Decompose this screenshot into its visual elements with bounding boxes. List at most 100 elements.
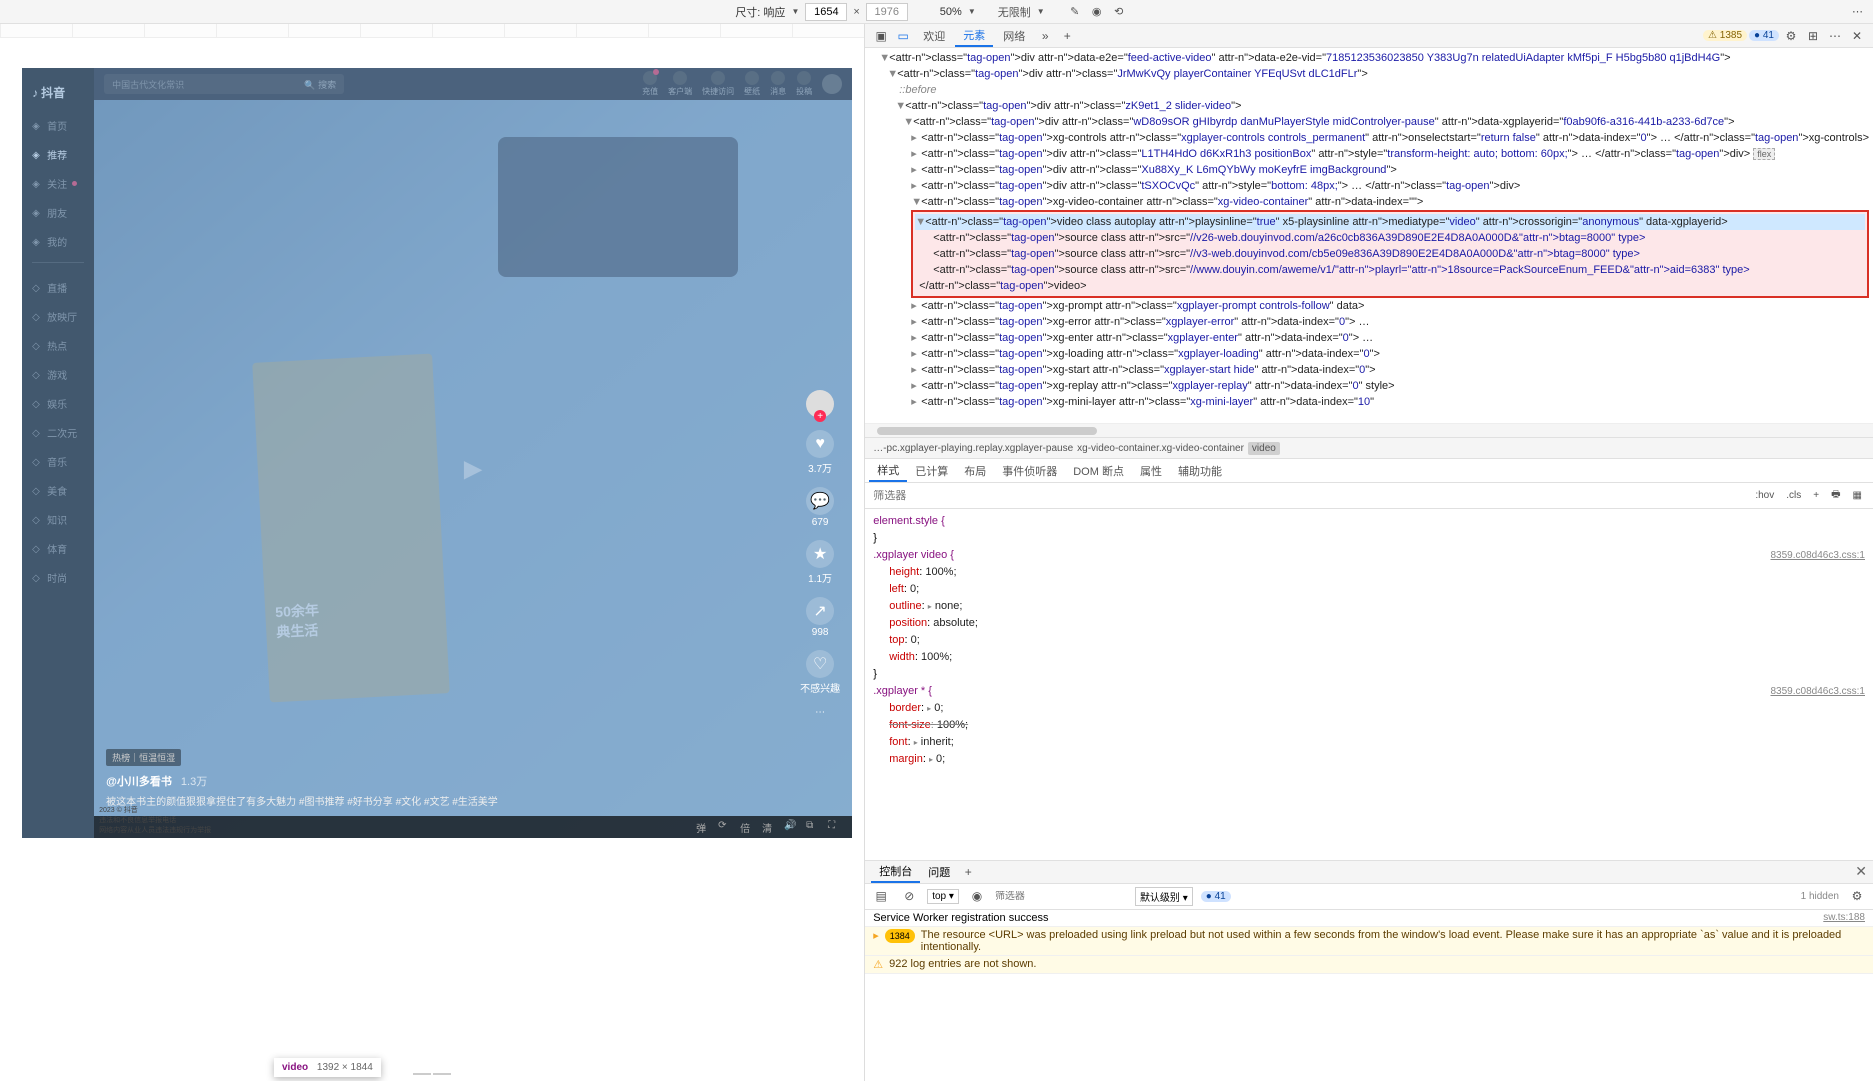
chevron-down-icon[interactable]: ▼ (791, 7, 799, 16)
header-item[interactable]: 客户端 (668, 71, 692, 97)
plus-icon[interactable]: + (1810, 490, 1822, 501)
device-toggle-icon[interactable]: ▭ (893, 26, 913, 46)
speed-icon[interactable]: 倍 (740, 820, 754, 834)
header-item[interactable]: 投稿 (796, 71, 812, 97)
tree-scrollbar[interactable] (865, 423, 1873, 437)
elements-tree[interactable]: ▼<attr-n">class="tag-open">div attr-n">d… (865, 48, 1873, 423)
video-player[interactable]: 50余年 典生活 ▶ (94, 100, 852, 838)
styles-subtab[interactable]: 辅助功能 (1170, 459, 1230, 482)
sidebar-item[interactable]: ◈朋友 (22, 198, 94, 227)
close-icon[interactable]: ✕ (1855, 863, 1867, 880)
sidebar-item[interactable]: ◇知识 (22, 505, 94, 534)
sidebar-item[interactable]: ◈推荐 (22, 140, 94, 169)
context-select[interactable]: top ▾ (927, 889, 959, 904)
panel-drag-handle[interactable]: ⋯ (1024, 194, 1042, 208)
sidebar-item[interactable]: ◇音乐 (22, 447, 94, 476)
height-input[interactable] (866, 3, 908, 21)
douyin-logo[interactable]: 抖音 (22, 78, 94, 107)
tab-welcome[interactable]: 欢迎 (915, 24, 953, 47)
tab-console[interactable]: 控制台 (871, 861, 920, 883)
search-button[interactable]: 🔍 搜索 (304, 78, 336, 91)
styles-subtab[interactable]: 布局 (956, 459, 994, 482)
styles-subtab[interactable]: 属性 (1132, 459, 1170, 482)
flex-icon[interactable]: ▦ (1850, 490, 1865, 501)
author-name[interactable]: @小川多看书 (106, 776, 172, 788)
console-log-row[interactable]: Service Worker registration success sw.t… (865, 910, 1873, 927)
header-item[interactable]: 快捷访问 (702, 71, 734, 97)
dislike-button[interactable]: ♡ 不感兴趣 (800, 650, 840, 695)
chevron-down-icon[interactable]: ▼ (968, 7, 976, 16)
gear-icon[interactable]: ⚙ (1847, 886, 1867, 906)
volume-icon[interactable]: 🔊 (784, 820, 798, 834)
sidebar-item[interactable]: ◇游戏 (22, 360, 94, 389)
breadcrumb-item[interactable]: …-pc.xgplayer-playing.replay.xgplayer-pa… (873, 443, 1073, 454)
console-body[interactable]: Service Worker registration success sw.t… (865, 910, 1873, 1081)
tab-network[interactable]: 网络 (995, 24, 1033, 47)
hot-tag[interactable]: 热榜｜恒温恒湿 (106, 749, 181, 766)
play-icon[interactable]: ▶ (464, 455, 482, 484)
gear-icon[interactable]: ⚙ (1781, 26, 1801, 46)
chevron-right-icon[interactable]: ▸ (873, 929, 879, 953)
close-icon[interactable]: ✕ (1847, 26, 1867, 46)
chevron-down-icon[interactable]: ▼ (1037, 7, 1045, 16)
header-item[interactable]: 壁纸 (744, 71, 760, 97)
cls-toggle[interactable]: .cls (1783, 490, 1804, 501)
sidebar-item[interactable]: ◇直播 (22, 273, 94, 302)
header-item[interactable]: 消息 (770, 71, 786, 97)
styles-subtab[interactable]: 已计算 (907, 459, 956, 482)
sidebar-item[interactable]: ◇美食 (22, 476, 94, 505)
sidebar-toggle-icon[interactable]: ▤ (871, 886, 891, 906)
console-warn-row[interactable]: ▸ 1384 The resource <URL> was preloaded … (865, 927, 1873, 956)
author-avatar[interactable]: + (806, 390, 834, 418)
more-tabs-icon[interactable]: » (1035, 26, 1055, 46)
eye-icon[interactable]: ◉ (967, 886, 987, 906)
user-avatar[interactable] (822, 74, 842, 94)
sidebar-item[interactable]: ◇娱乐 (22, 389, 94, 418)
sidebar-item[interactable]: ◇二次元 (22, 418, 94, 447)
source-link[interactable]: 8359.c08d46c3.css:1 (1770, 547, 1865, 564)
pip-icon[interactable]: ⧉ (806, 820, 820, 834)
console-filter-input[interactable] (995, 891, 1127, 902)
favorite-button[interactable]: ★ 1.1万 (806, 540, 834, 585)
warning-badge[interactable]: ⚠ 1385 (1703, 30, 1747, 41)
sidebar-item[interactable]: ◈我的 (22, 227, 94, 256)
plus-icon[interactable]: + (958, 862, 978, 882)
breadcrumb-item[interactable]: video (1248, 442, 1280, 455)
inspect-icon[interactable]: ▣ (871, 26, 891, 46)
video-feed[interactable]: 50余年 典生活 ▶ + (94, 100, 852, 838)
tab-elements[interactable]: 元素 (955, 24, 993, 47)
more-icon[interactable]: ⋯ (1825, 26, 1845, 46)
width-input[interactable] (805, 3, 847, 21)
rotate-icon[interactable]: ⟲ (1111, 4, 1127, 20)
issue-badge[interactable]: ● 41 (1201, 891, 1231, 902)
sidebar-item[interactable]: ◇体育 (22, 534, 94, 563)
like-button[interactable]: ♥ 3.7万 (806, 430, 834, 475)
eyedropper-icon[interactable]: ✎ (1067, 4, 1083, 20)
hov-toggle[interactable]: :hov (1752, 490, 1777, 501)
sidebar-item[interactable]: ◇放映厅 (22, 302, 94, 331)
more-button[interactable]: ⋯ (815, 707, 825, 718)
log-source[interactable]: sw.ts:188 (1823, 912, 1865, 924)
eye-icon[interactable]: ◉ (1089, 4, 1105, 20)
quality-icon[interactable]: 清 (762, 820, 776, 834)
sidebar-item[interactable]: ◈关注 (22, 169, 94, 198)
plus-icon[interactable]: + (1057, 26, 1077, 46)
source-link[interactable]: 8359.c08d46c3.css:1 (1770, 683, 1865, 700)
styles-subtab[interactable]: 样式 (869, 459, 907, 482)
sidebar-item[interactable]: ◈首页 (22, 111, 94, 140)
search-input[interactable]: 中国古代文化常识 🔍 搜索 (104, 74, 344, 94)
styles-subtab[interactable]: DOM 断点 (1065, 459, 1132, 482)
sidebar-item[interactable]: ◇时尚 (22, 563, 94, 592)
breadcrumb-item[interactable]: xg-video-container.xg-video-container (1077, 443, 1244, 454)
dom-breadcrumb[interactable]: …-pc.xgplayer-playing.replay.xgplayer-pa… (865, 437, 1873, 459)
loop-icon[interactable]: ⟳ (718, 820, 732, 834)
share-button[interactable]: ↗ 998 (806, 597, 834, 638)
resize-handle[interactable] (412, 1073, 452, 1079)
info-badge[interactable]: ● 41 (1749, 30, 1779, 41)
comment-button[interactable]: 💬 679 (806, 487, 834, 528)
clear-icon[interactable]: ⊘ (899, 886, 919, 906)
zoom-level[interactable]: 50% (940, 6, 962, 18)
styles-pane[interactable]: element.style {}8359.c08d46c3.css:1.xgpl… (865, 509, 1873, 860)
tab-issues[interactable]: 问题 (920, 861, 958, 883)
highlighted-node[interactable]: ▼<attr-n">class="tag-open">video class a… (911, 210, 1869, 298)
